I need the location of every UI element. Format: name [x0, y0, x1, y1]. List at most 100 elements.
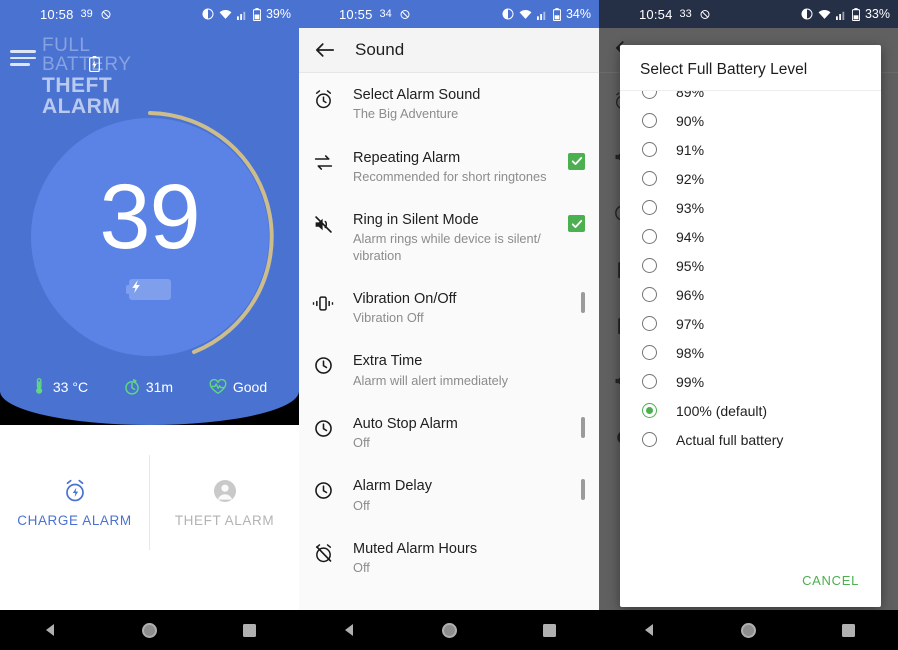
- radio-option-selected[interactable]: 100% (default): [620, 396, 881, 425]
- list-item-subtitle: Off: [353, 560, 370, 575]
- nav-recents-icon[interactable]: [842, 623, 856, 637]
- list-item-title: Vibration On/Off: [353, 290, 457, 307]
- radio-icon[interactable]: [642, 200, 657, 215]
- app-bar-sound: Sound: [299, 28, 599, 73]
- radio-icon[interactable]: [642, 171, 657, 186]
- list-item-subtitle: The Big Adventure: [353, 106, 459, 122]
- radio-option[interactable]: 92%: [620, 164, 881, 193]
- list-item[interactable]: Vibration On/Off Vibration Off: [299, 277, 599, 340]
- list-item[interactable]: Alarm Delay Off: [299, 464, 599, 527]
- battery-icon: [552, 7, 562, 21]
- radio-option-label: 98%: [676, 344, 705, 361]
- nav-back-icon[interactable]: [342, 623, 356, 637]
- logo-line-1: FULL: [42, 35, 91, 56]
- list-item[interactable]: Extra Time Alarm will alert immediately: [299, 339, 599, 402]
- logo-battery-icon: [89, 56, 100, 76]
- radio-icon[interactable]: [642, 113, 657, 128]
- list-item[interactable]: Select Alarm Sound The Big Adventure: [299, 73, 599, 136]
- dnd-icon: [502, 8, 514, 20]
- settings-list: Select Alarm Sound The Big Adventure Rep…: [299, 73, 599, 650]
- back-arrow-icon[interactable]: [315, 41, 335, 59]
- radio-icon[interactable]: [642, 316, 657, 331]
- menu-icon[interactable]: [10, 50, 36, 66]
- radio-option[interactable]: 95%: [620, 251, 881, 280]
- page-title: Sound: [355, 40, 405, 59]
- radio-icon[interactable]: [642, 345, 657, 360]
- checkbox-alarm-delay[interactable]: [581, 477, 585, 501]
- alarm-clock-icon: [311, 86, 335, 110]
- stat-health: Good: [209, 378, 267, 395]
- radio-option[interactable]: 91%: [620, 135, 881, 164]
- status-bar-2: 10:55 34 34%: [299, 0, 599, 28]
- checkbox-ring-in-silent-mode[interactable]: [568, 211, 585, 232]
- radio-option-label: 90%: [676, 112, 705, 129]
- radio-option[interactable]: Actual full battery: [620, 425, 881, 454]
- nav-recents-icon[interactable]: [543, 623, 556, 637]
- radio-option[interactable]: 89%: [620, 91, 881, 106]
- radio-option[interactable]: 98%: [620, 338, 881, 367]
- phone-screen-sound-settings: Sound Select Alarm Sound The Big Adventu…: [299, 0, 599, 650]
- gauge-disc: 39: [30, 118, 269, 356]
- radio-option[interactable]: 99%: [620, 367, 881, 396]
- logo-line-2-text: BATTERY: [42, 54, 132, 76]
- radio-option[interactable]: 97%: [620, 309, 881, 338]
- list-item-subtitle: Vibration Off: [353, 310, 424, 325]
- checkbox-vibration[interactable]: [581, 290, 585, 313]
- stat-time: 31m: [124, 378, 173, 395]
- radio-icon[interactable]: [642, 432, 657, 447]
- radio-option[interactable]: 94%: [620, 222, 881, 251]
- nav-home-icon[interactable]: [442, 622, 457, 638]
- nav-home-icon[interactable]: [741, 622, 757, 638]
- clock-icon: [311, 352, 335, 376]
- radio-icon[interactable]: [642, 91, 657, 99]
- radio-option-label: 94%: [676, 228, 705, 245]
- radio-icon[interactable]: [642, 229, 657, 244]
- radio-icon[interactable]: [642, 374, 657, 389]
- list-item[interactable]: Repeating Alarm Recommended for short ri…: [299, 136, 599, 199]
- list-item[interactable]: Muted Alarm Hours Off: [299, 527, 599, 590]
- stat-temperature: 33 °C: [32, 378, 88, 395]
- nav-back-icon[interactable]: [43, 623, 57, 637]
- dialog-options-list[interactable]: 89% 90% 91% 92% 93% 94% 95% 96% 97% 98% …: [620, 91, 881, 563]
- radio-option[interactable]: 90%: [620, 106, 881, 135]
- repeat-icon: [311, 149, 335, 173]
- dimmed-backdrop: Select Full Battery Level 89% 90% 91% 92…: [599, 0, 898, 650]
- status-bar-1: 10:58 39 39%: [0, 0, 299, 28]
- list-item[interactable]: Ring in Silent Mode Alarm rings while de…: [299, 198, 599, 277]
- stat-temperature-label: 33 °C: [52, 378, 89, 395]
- radio-icon[interactable]: [642, 142, 657, 157]
- list-item-title: Muted Alarm Hours: [353, 540, 478, 557]
- tab-theft-alarm-label: THEFT ALARM: [174, 512, 275, 528]
- wifi-icon: [219, 9, 232, 20]
- heart-pulse-icon: [209, 378, 227, 395]
- radio-icon[interactable]: [642, 287, 657, 302]
- home-stats-row: 33 °C 31m Good: [0, 378, 299, 395]
- sound-settings-page: Sound Select Alarm Sound The Big Adventu…: [299, 0, 599, 650]
- clock-icon: [311, 477, 335, 501]
- radio-option[interactable]: 96%: [620, 280, 881, 309]
- dnd-icon: [801, 8, 813, 20]
- status-battery-number: 33: [679, 8, 692, 20]
- radio-icon[interactable]: [642, 258, 657, 273]
- nav-bar-1: [0, 610, 299, 650]
- list-item-title: Alarm Delay: [353, 478, 432, 495]
- nav-home-icon[interactable]: [142, 622, 158, 638]
- radio-option-label: 99%: [676, 373, 705, 390]
- radio-option-label: 89%: [676, 91, 705, 100]
- cancel-button[interactable]: CANCEL: [798, 567, 863, 594]
- volume-off-icon: [311, 211, 335, 235]
- checkbox-repeating-alarm[interactable]: [568, 149, 585, 170]
- list-item[interactable]: Auto Stop Alarm Off: [299, 402, 599, 465]
- radio-option[interactable]: 93%: [620, 193, 881, 222]
- list-item-title: Ring in Silent Mode: [353, 212, 479, 228]
- tab-charge-alarm[interactable]: CHARGE ALARM: [0, 455, 149, 550]
- checkbox-auto-stop-alarm[interactable]: [581, 415, 585, 438]
- signal-icon: [835, 9, 847, 20]
- radio-option-label: 100% (default): [676, 402, 768, 419]
- tab-theft-alarm[interactable]: THEFT ALARM: [149, 455, 299, 550]
- status-battery-number: 39: [80, 8, 93, 20]
- radio-icon-selected[interactable]: [642, 403, 657, 418]
- alarm-off-icon: [399, 8, 411, 20]
- nav-recents-icon[interactable]: [243, 623, 257, 637]
- nav-back-icon[interactable]: [642, 623, 656, 637]
